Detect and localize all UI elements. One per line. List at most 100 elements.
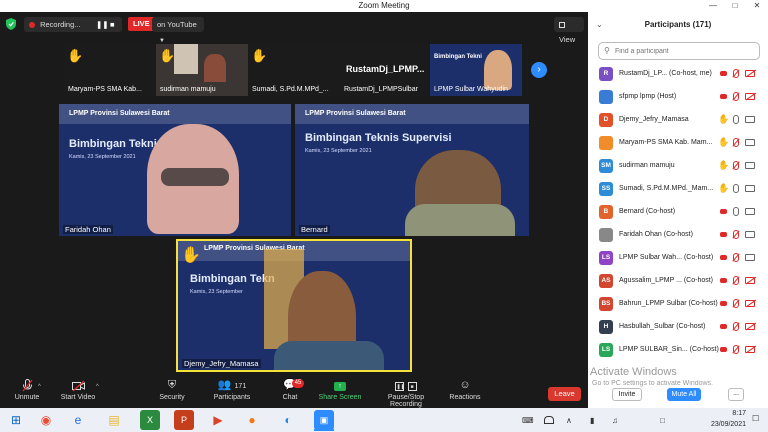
mic-icon[interactable]	[733, 207, 739, 216]
video-thumbnail[interactable]: ✋ sudirman mamuju	[156, 44, 248, 96]
start-video-button[interactable]: Start Video	[58, 379, 98, 401]
participant-row[interactable]: Maryam-PS SMA Kab. Mam... ✋	[594, 135, 768, 151]
avatar: B	[599, 205, 613, 219]
live-target-dropdown[interactable]: on YouTube ▼	[152, 17, 204, 44]
reactions-button[interactable]: ☺ Reactions	[448, 379, 482, 401]
pause-icon[interactable]: ❚❚	[96, 17, 109, 32]
search-input[interactable]	[615, 45, 755, 57]
edge-icon[interactable]: e	[68, 410, 88, 430]
chrome-icon[interactable]: ◉	[36, 410, 56, 430]
participant-row[interactable]: R RustamDj_LP... (Co-host, me)	[594, 66, 768, 82]
security-button[interactable]: ⛨ Security	[154, 379, 190, 401]
next-page-button[interactable]: ›	[531, 62, 547, 78]
wifi-icon[interactable]: ∧	[566, 416, 572, 425]
participant-row[interactable]: B Bernard (Co-host)	[594, 204, 768, 220]
tray-icon[interactable]: □	[660, 416, 665, 425]
maximize-icon[interactable]: □	[724, 0, 746, 12]
participant-row[interactable]: sfpmp lpmp (Host)	[594, 89, 768, 105]
windows-start-icon[interactable]: ⊞	[6, 410, 26, 430]
powerpoint-icon[interactable]: P	[174, 410, 194, 430]
recording-icon	[720, 94, 727, 99]
leave-button[interactable]: Leave	[548, 387, 581, 401]
participant-name: RustamDj_LP... (Co-host, me)	[619, 70, 712, 77]
video-thumbnail[interactable]: Bimbingan Tekni LPMP Sulbar Wahyudin	[430, 44, 522, 96]
participant-row[interactable]: SM sudirman mamuju ✋	[594, 158, 768, 174]
participant-row[interactable]: LS LPMP Sulbar Wah... (Co-host)	[594, 250, 768, 266]
video-off-icon	[745, 70, 755, 77]
shield-icon[interactable]	[6, 18, 16, 30]
participant-name: Faridah Ohan	[63, 225, 113, 234]
zoom-icon[interactable]: ▣	[314, 410, 334, 430]
video-thumbnail[interactable]: RustamDj_LPMP... RustamDj_LPMPSulbar	[340, 44, 430, 96]
mic-icon[interactable]	[733, 115, 739, 124]
clock-time[interactable]: 8:17	[706, 410, 746, 417]
participant-row[interactable]: SS Sumadi, S.Pd.M.MPd._Mam... ✋	[594, 181, 768, 197]
banner-headline: Bimbingan Tekni	[434, 54, 482, 60]
pause-stop-recording-button[interactable]: ❚❚ ■ Pause/Stop Recording	[371, 379, 441, 408]
participants-count: 171	[234, 383, 247, 390]
mic-icon[interactable]	[733, 184, 739, 193]
banner-date: Kamis, 23 September	[190, 289, 243, 295]
share-screen-button[interactable]: ↑ Share Screen	[318, 379, 362, 401]
participant-row[interactable]: Faridah Ohan (Co-host)	[594, 227, 768, 243]
participant-name: Djemy_Jefry_Mamasa	[619, 116, 689, 123]
view-button[interactable]: View	[554, 17, 584, 44]
video-tile-active-speaker[interactable]: ✋ LPMP Provinsi Sulawesi Barat Bimbingan…	[176, 239, 412, 372]
participants-button[interactable]: 👥 171 Participants	[208, 379, 256, 401]
chat-badge: 45	[292, 379, 304, 388]
participant-row[interactable]: AS Agussalim_LPMP ... (Co-host)	[594, 273, 768, 289]
raised-hand-icon: ✋	[251, 48, 268, 63]
excel-icon[interactable]: X	[140, 410, 160, 430]
avatar: SM	[599, 159, 613, 173]
participant-search[interactable]: ⚲	[598, 42, 760, 60]
people-icon[interactable]	[544, 416, 554, 424]
battery-icon[interactable]: ▮	[590, 416, 594, 425]
file-explorer-icon[interactable]: ▤	[104, 410, 124, 430]
banner-org: LPMP Provinsi Sulawesi Barat	[305, 110, 406, 117]
more-options-button[interactable]: ...	[728, 388, 744, 401]
participant-row[interactable]: D Djemy_Jefry_Mamasa ✋	[594, 112, 768, 128]
mic-muted-icon[interactable]	[733, 345, 739, 354]
mic-muted-icon[interactable]	[733, 253, 739, 262]
mic-muted-icon[interactable]	[733, 69, 739, 78]
mute-all-button[interactable]: Mute All	[667, 388, 701, 401]
video-thumbnail[interactable]: ✋ Sumadi, S.Pd.M.MPd_...	[248, 44, 340, 96]
mic-muted-icon[interactable]	[733, 161, 739, 170]
chevron-up-icon[interactable]: ^	[38, 384, 41, 390]
unmute-button[interactable]: Unmute	[10, 379, 44, 401]
video-thumbnail[interactable]: ✋ Maryam-PS SMA Kab...	[64, 44, 156, 96]
close-icon[interactable]: ✕	[746, 0, 768, 12]
minimize-icon[interactable]: —	[702, 0, 724, 12]
mic-muted-icon[interactable]	[733, 322, 739, 331]
participant-row[interactable]: LS LPMP SULBAR_Sin... (Co-host)	[594, 342, 768, 358]
participant-name: sudirman mamuju	[619, 162, 675, 169]
participant-name: Bahrun_LPMP Sulbar (Co-host)	[619, 300, 718, 307]
video-tile-faridah[interactable]: LPMP Provinsi Sulawesi Barat Bimbingan T…	[59, 104, 291, 236]
keyboard-icon[interactable]: ⌨	[522, 416, 534, 425]
mic-muted-icon[interactable]	[733, 230, 739, 239]
mic-muted-icon[interactable]	[733, 92, 739, 101]
mic-muted-icon[interactable]	[733, 138, 739, 147]
participant-row[interactable]: H Hasbullah_Sulbar (Co-host)	[594, 319, 768, 335]
firefox-icon[interactable]: ●	[242, 410, 262, 430]
notification-icon[interactable]: ☐	[752, 414, 759, 423]
avatar: LS	[599, 251, 613, 265]
volume-icon[interactable]: ♫	[612, 416, 618, 425]
clock-date[interactable]: 23/09/2021	[696, 421, 746, 428]
mic-muted-icon[interactable]	[733, 276, 739, 285]
media-player-icon[interactable]: ▶	[208, 410, 228, 430]
invite-button[interactable]: Invite	[612, 388, 642, 401]
video-off-icon	[745, 300, 755, 307]
recording-icon	[720, 71, 727, 76]
raised-hand-icon: ✋	[67, 48, 84, 63]
video-tile-bernard[interactable]: LPMP Provinsi Sulawesi Barat Bimbingan T…	[295, 104, 529, 236]
share-screen-label: Share Screen	[318, 394, 362, 401]
stop-icon[interactable]: ■	[110, 17, 115, 32]
recording-icon	[720, 347, 727, 352]
edge-new-icon[interactable]: ◐	[278, 410, 298, 430]
mic-muted-icon[interactable]	[733, 299, 739, 308]
participant-row[interactable]: BS Bahrun_LPMP Sulbar (Co-host)	[594, 296, 768, 312]
view-label: View	[559, 35, 576, 44]
participant-name: sfpmp lpmp (Host)	[619, 93, 677, 100]
chevron-up-icon[interactable]: ^	[96, 384, 99, 390]
